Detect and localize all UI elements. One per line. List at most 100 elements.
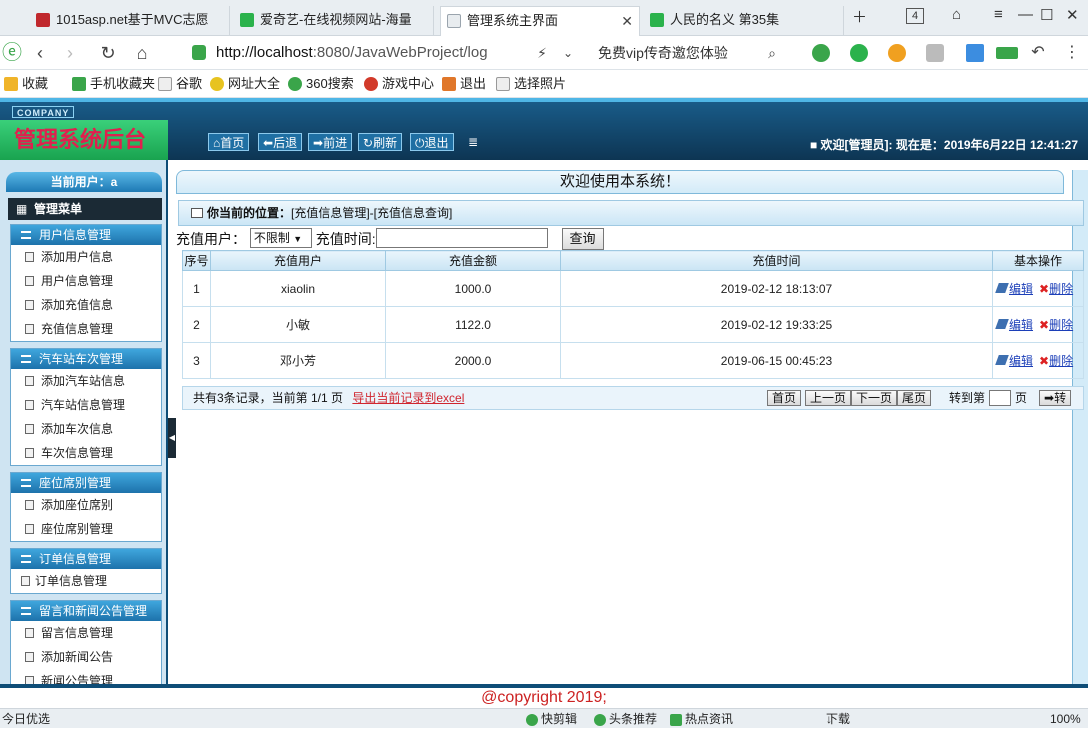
bookmark-google[interactable]: 谷歌 [158,75,202,93]
forward-button[interactable]: ➡前进 [308,133,353,151]
menu-group-seat: 座位席别管理 添加座位席别 座位席别管理 [10,472,162,542]
undo-icon[interactable]: ↶ [1026,41,1050,65]
cell-time: 2019-02-12 18:13:07 [560,270,993,307]
menu-item-order-manage[interactable]: 订单信息管理 [11,569,161,593]
menu-item-add-station[interactable]: 添加汽车站信息 [11,369,161,393]
bookmark-sites[interactable]: 网址大全 [210,75,280,93]
home-button[interactable]: ⌂首页 [208,133,250,151]
status-left-text[interactable]: 今日优选 [2,709,50,729]
menu-item-add-news[interactable]: 添加新闻公告 [11,645,161,669]
go-button[interactable]: ➡转 [1039,390,1072,406]
bookmark-360[interactable]: 360搜索 [288,75,354,93]
menu-item-add-seat[interactable]: 添加座位席别 [11,493,161,517]
back-icon[interactable]: ‹ [28,41,52,65]
pencil-icon [995,282,1009,293]
browser-tab[interactable]: 1015asp.net基于MVC志愿 [30,6,230,36]
bookmark-mobile[interactable]: 手机收藏夹 [72,75,155,93]
browser-tab[interactable]: 人民的名义 第35集 [644,6,844,36]
close-window-icon[interactable]: ✕ [1066,6,1079,24]
back-button[interactable]: ⬅后退 [258,133,303,151]
browser-tab[interactable]: 爱奇艺-在线视频网站-海量 [234,6,434,36]
page-icon [21,576,30,586]
menu-group-header[interactable]: 用户信息管理 [11,225,161,245]
refresh-icon: ↻ [363,136,374,150]
next-page-button[interactable]: 下一页 [851,390,898,406]
menu-item-add-user[interactable]: 添加用户信息 [11,245,161,269]
battery-icon[interactable] [996,47,1018,59]
status-item-clip[interactable]: 快剪辑 [526,709,577,729]
promo-text[interactable]: 免费vip传奇邀您体验 [598,42,728,64]
delete-link[interactable]: 删除 [1049,282,1073,296]
page-number-input[interactable] [989,390,1011,406]
header-welcome: ■ 欢迎[管理员]: 现在是：2019年6月22日 12:41:27 [809,138,1078,152]
search-360-icon [288,77,302,91]
tab-count-badge[interactable]: 4 [906,8,924,24]
bookmark-games[interactable]: 游戏中心 [364,75,434,93]
browser-tab-active[interactable]: 管理系统主界面 ✕ [440,6,640,36]
query-button[interactable]: 查询 [561,228,604,250]
user-select[interactable]: 不限制 ▼ [249,228,312,248]
edit-link[interactable]: 编辑 [1009,318,1033,332]
scroll-edge [1072,170,1088,684]
page-icon [25,448,34,458]
status-item-hot[interactable]: 热点资讯 [670,709,733,729]
image-icon[interactable] [926,44,944,62]
shirt-icon[interactable]: ⌂ [952,6,961,23]
menu-group-header[interactable]: 座位席别管理 [11,473,161,493]
menu-item-user-manage[interactable]: 用户信息管理 [11,269,161,293]
cell-user: 小敏 [210,306,386,343]
menu-group-header[interactable]: 汽车站车次管理 [11,349,161,369]
delete-link[interactable]: 删除 [1049,354,1073,368]
close-tab-icon[interactable]: ✕ [621,7,633,35]
bookmark-exit[interactable]: 退出 [442,75,486,93]
last-page-button[interactable]: 尾页 [897,390,932,406]
forward-icon[interactable]: › [58,41,82,65]
scissors-icon[interactable] [812,44,830,62]
maximize-icon[interactable]: ☐ [1040,6,1053,24]
bookmark-photo[interactable]: 选择照片 [496,75,566,93]
bookmark-favorites[interactable]: 收藏 [4,75,48,93]
arrow-left-icon: ⬅ [263,136,274,150]
delete-link[interactable]: 删除 [1049,318,1073,332]
prev-page-button[interactable]: 上一页 [805,390,852,406]
menu-group-header[interactable]: 订单信息管理 [11,549,161,569]
company-logo: COMPANY [12,106,75,118]
lightning-icon[interactable]: ⚡ [530,41,554,65]
minimize-icon[interactable]: — [1018,6,1033,23]
menu-item-seat-manage[interactable]: 座位席别管理 [11,517,161,541]
cell-no: 3 [182,342,211,379]
home-icon[interactable]: ⌂ [130,41,154,65]
menu-item-add-recharge[interactable]: 添加充值信息 [11,293,161,317]
first-page-button[interactable]: 首页 [767,390,802,406]
list-icon[interactable]: ≣ [464,133,482,151]
menu-item-add-trip[interactable]: 添加车次信息 [11,417,161,441]
menu-icon[interactable]: ≡ [994,6,1003,23]
column-header: 基本操作 [992,250,1084,271]
more-icon[interactable]: ⋮ [1060,41,1084,65]
time-input[interactable] [375,228,548,248]
status-item-news[interactable]: 头条推荐 [594,709,657,729]
translate-icon[interactable] [850,44,868,62]
menu-item-message-manage[interactable]: 留言信息管理 [11,621,161,645]
zoom-level[interactable]: 100% [1050,709,1081,729]
search-icon[interactable]: ⌕ [760,41,784,65]
cell-time: 2019-02-12 19:33:25 [560,306,993,343]
refresh-button[interactable]: ↻刷新 [358,133,403,151]
header-strip [0,98,1088,102]
export-excel-link[interactable]: 导出当前记录到excel [352,391,464,405]
edit-link[interactable]: 编辑 [1009,282,1033,296]
menu-item-station-manage[interactable]: 汽车站信息管理 [11,393,161,417]
menu-item-trip-manage[interactable]: 车次信息管理 [11,441,161,465]
menu-group-header[interactable]: 留言和新闻公告管理 [11,601,161,621]
logout-button[interactable]: ⏻退出 [410,133,454,151]
chevron-down-icon[interactable]: ⌄ [556,41,580,65]
new-tab-icon[interactable]: ＋ [852,6,867,27]
sidebar-collapse-handle[interactable]: ◀ [168,418,176,458]
apps-icon[interactable] [966,44,984,62]
edit-link[interactable]: 编辑 [1009,354,1033,368]
coupon-icon[interactable] [888,44,906,62]
reload-icon[interactable]: ↻ [96,41,120,65]
menu-item-news-manage[interactable]: 新闻公告管理 [11,669,161,684]
menu-item-recharge-manage[interactable]: 充值信息管理 [11,317,161,341]
url-input[interactable]: http://localhost:8080/JavaWebProject/log [190,42,585,64]
